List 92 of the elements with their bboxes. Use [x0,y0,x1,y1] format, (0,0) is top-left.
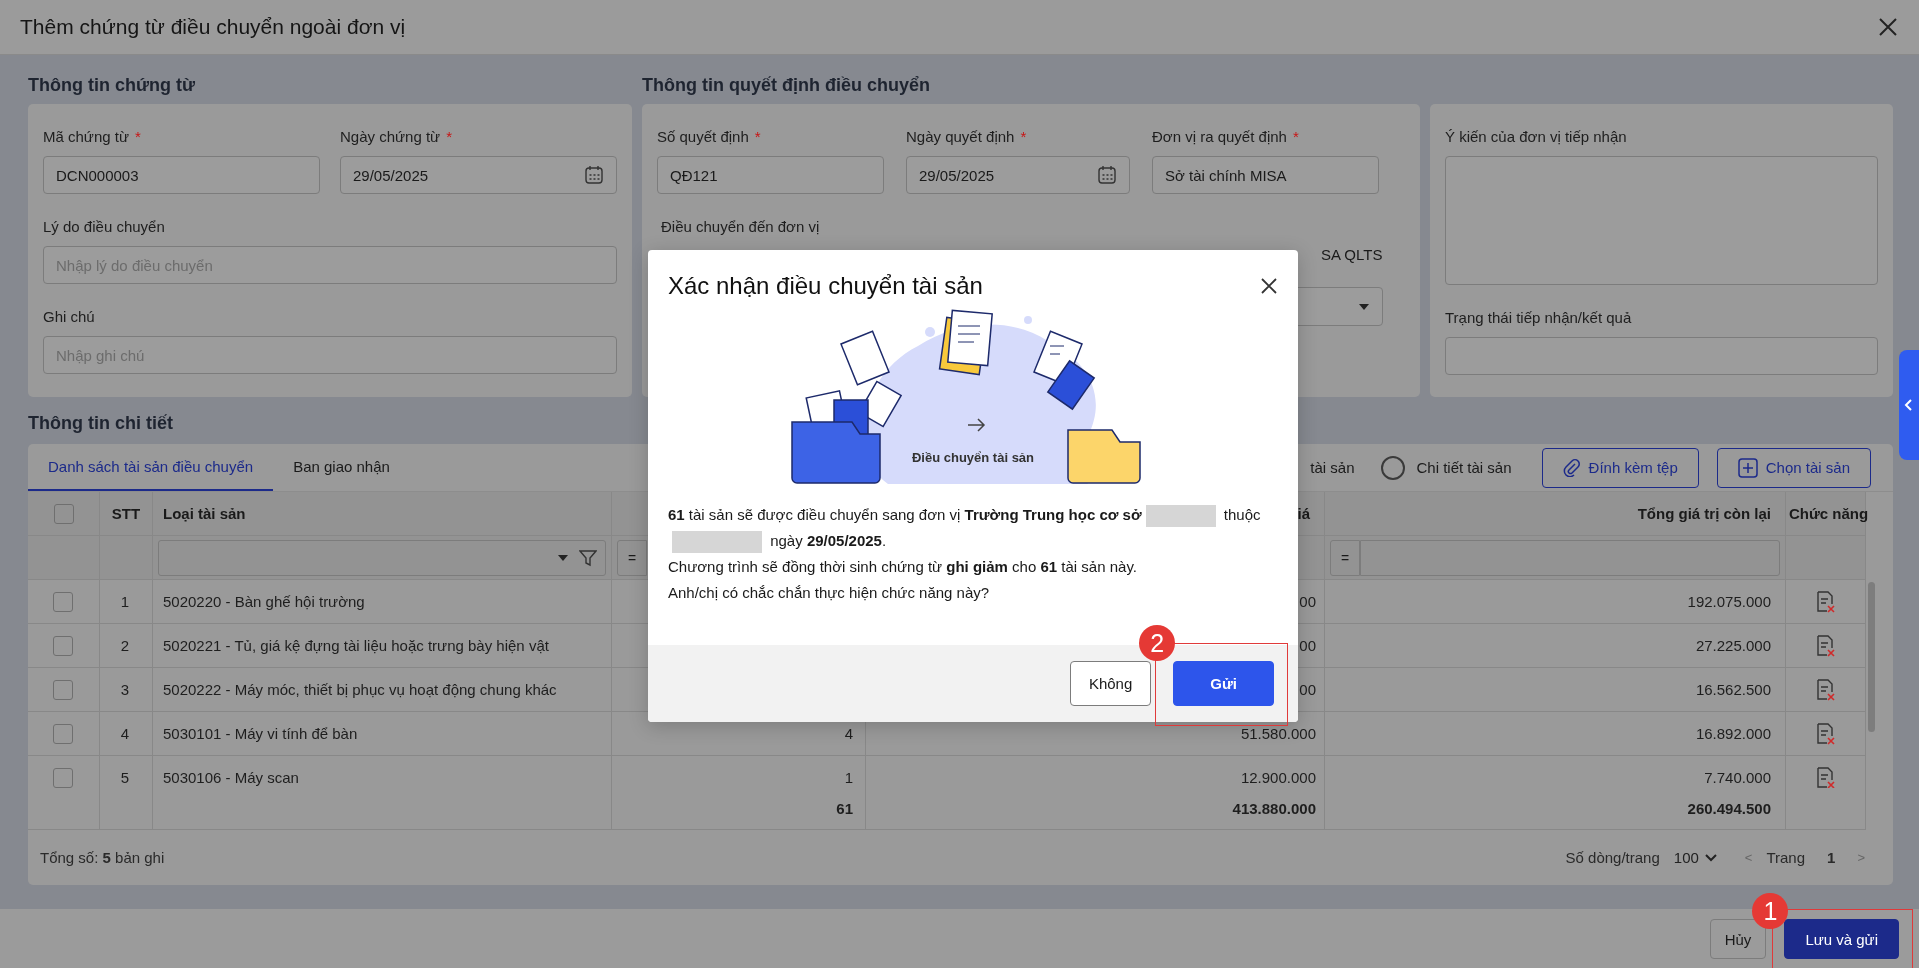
table-cell: 5020220 - Bàn ghế hội trường [153,580,612,624]
unit-name-text: SA QLTS [1321,246,1384,263]
table-cell: 5030106 - Máy scan [153,756,612,788]
illustration-caption: Điều chuyển tài sản [911,450,1035,465]
table-cell: 27.225.000 [1325,624,1786,668]
message-text: Chương trình sẽ đồng thời sinh chứng từ ghi giảm cho 61 tài sản này. [668,558,1137,575]
paperclip-icon [1562,458,1581,477]
send-button[interactable]: Gửi [1173,661,1274,706]
caret-icon[interactable] [557,553,569,562]
section-heading: Thông tin chứng từ [28,74,197,96]
table-cell: 5020222 - Máy móc, thiết bị phục vụ hoạt động chung khác [153,668,612,712]
page-size-label: Số dòng/trang [1565,849,1660,866]
required-mark: * [754,128,761,145]
date-field[interactable]: 29/05/2025 [340,156,617,194]
input-field[interactable] [1445,337,1878,375]
checkbox[interactable] [52,635,73,656]
calendar-icon[interactable] [1097,165,1117,185]
required-mark: * [134,128,141,145]
table-cell: 5020221 - Tủ, giá kệ đựng tài liệu hoặc trưng bày hiện vật [153,624,612,668]
checkbox[interactable] [53,503,74,524]
input-field[interactable]: Sở tài chính MISA [1152,156,1379,194]
column-header: STT [100,492,153,536]
checkbox[interactable] [52,591,73,612]
table-cell: 260.494.500 [1325,788,1786,830]
required-mark: * [1020,128,1027,145]
table-cell: 192.075.000 [1325,580,1786,624]
dialog-title: Xác nhận điều chuyển tài sản [668,272,983,300]
page-number: 1 [1827,849,1836,866]
table-cell: 12.900.000 [866,756,1325,788]
close-icon[interactable] [1260,277,1278,295]
table-cell: 1 [100,580,153,624]
table-cell: 7.740.000 [1325,756,1786,788]
input-field[interactable]: DCN000003 [43,156,320,194]
no-button[interactable]: Không [1069,661,1152,706]
table-cell: 5 [100,756,153,788]
cancel-button[interactable]: Hủy [1709,919,1767,959]
annotation-badge: 1 [1752,893,1789,929]
table-cell: 4 [100,712,153,756]
filter-icon[interactable] [579,548,597,567]
required-mark: * [1292,128,1299,145]
record-count: Tổng số: 5 bản ghi [40,849,165,866]
annotation-badge: 2 [1139,625,1176,661]
table-cell: 5030101 - Máy vi tính để bàn [153,712,612,756]
chevron-down-icon [1704,853,1717,862]
column-header: Tổng giá trị còn lại [1325,492,1786,536]
checkbox[interactable] [52,723,73,744]
table-cell: 3 [100,668,153,712]
field-label: Mã chứng từ * [43,128,142,147]
field-label: Ngày quyết định * [906,128,1028,147]
field-label: Trạng thái tiếp nhận/kết quả [1445,309,1633,328]
field-label: Ý kiến của đơn vị tiếp nhận [1445,128,1628,147]
table-cell: 16.892.000 [1325,712,1786,756]
column-header: Loại tài sản [153,492,612,536]
window-title: Thêm chứng từ điều chuyển ngoài đơn vị [20,15,406,39]
column-header: Chức năng [1786,492,1866,536]
radio-option[interactable]: Chi tiết tài sản [1380,455,1512,480]
save-send-button[interactable]: Lưu và gửi [1784,919,1899,959]
message-text: Anh/chị có chắc chắn thực hiện chức năng này? [668,584,990,601]
calendar-icon[interactable] [584,165,604,185]
scrollbar[interactable] [1867,582,1875,732]
caret-icon[interactable] [1358,302,1370,311]
input-field[interactable]: QĐ121 [657,156,884,194]
chevron-left-icon [1904,399,1914,411]
field-label: Điều chuyển đến đơn vị [660,218,821,237]
section-heading: Thông tin chi tiết [28,412,174,434]
tab[interactable]: Ban giao nhận [273,444,410,491]
radio-label: tài sản [1310,459,1355,476]
plus-square-icon [1737,457,1758,478]
field-label: Đơn vị ra quyết định * [1152,128,1300,147]
section-heading: Thông tin quyết định điều chuyển [642,74,931,96]
table-cell: 61 [612,788,866,830]
redaction-block [1145,505,1216,528]
table-cell: 2 [100,624,153,668]
close-icon[interactable] [1877,16,1899,38]
field-label: Lý do điều chuyển [43,218,166,237]
operator-field[interactable]: = [617,539,647,576]
table-cell: 16.562.500 [1325,668,1786,712]
field-label: Ngày chứng từ * [340,128,453,147]
field-label: Số quyết định * [657,128,762,147]
required-mark: * [446,128,452,145]
page-size-dropdown[interactable]: 100 [1673,849,1717,866]
field-label: Ghi chú [43,308,96,327]
add-button[interactable]: Chọn tài sản [1716,447,1871,488]
checkbox[interactable] [52,679,73,700]
operator-field[interactable]: = [1330,539,1360,576]
attach-button[interactable]: Đính kèm tệp [1541,447,1699,488]
table-cell: 1 [612,756,866,788]
table-cell: 413.880.000 [866,788,1325,830]
date-field[interactable]: 29/05/2025 [906,156,1130,194]
message-text: thuộc [1223,506,1261,523]
checkbox[interactable] [52,767,73,788]
page-label: Trang [1766,849,1806,866]
